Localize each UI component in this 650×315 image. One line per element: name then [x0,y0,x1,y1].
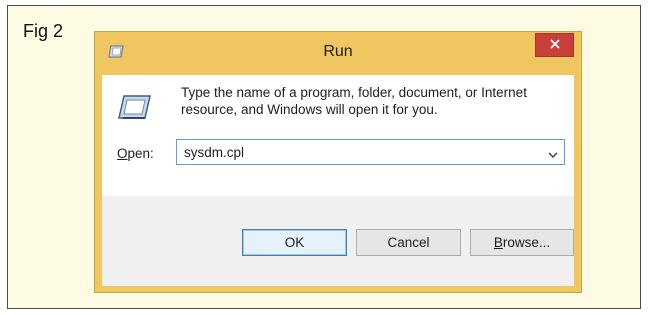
browse-button[interactable]: Browse... [470,229,574,256]
title-bar[interactable]: Run [95,32,581,74]
open-label-text: pen: [127,146,154,161]
figure-label: Fig 2 [23,21,64,41]
ok-button[interactable]: OK [242,229,347,256]
figure-frame: Fig 2 Run Type the name of a program, fo… [7,5,641,309]
close-button[interactable] [535,33,574,57]
open-label: Open: [117,146,154,161]
run-dialog-window: Run Type the name of a program, folder, … [94,31,582,293]
run-program-icon [117,94,151,120]
open-combobox[interactable] [176,139,565,165]
chevron-down-icon[interactable] [548,147,558,159]
dialog-description: Type the name of a program, folder, docu… [181,85,527,117]
open-command-input[interactable] [177,140,537,164]
browse-button-text: rowse... [502,235,551,250]
dialog-button-bar: OK Cancel Browse... [102,196,574,286]
open-label-mnemonic: O [117,146,128,161]
cancel-button[interactable]: Cancel [356,229,461,256]
window-title: Run [323,43,353,60]
dialog-content: Type the name of a program, folder, docu… [102,75,574,196]
close-icon [549,36,560,54]
browse-button-mnemonic: B [493,235,503,250]
